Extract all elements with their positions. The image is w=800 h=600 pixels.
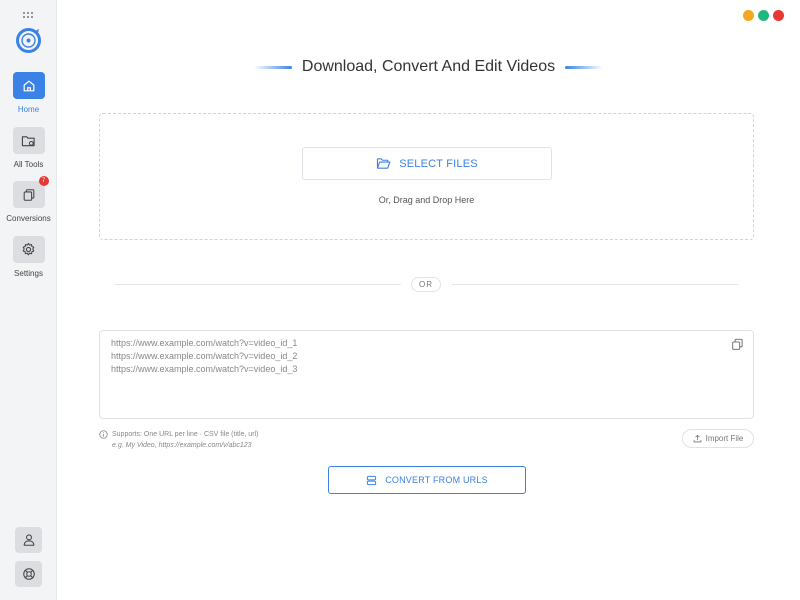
home-icon bbox=[23, 80, 34, 91]
copy-icon bbox=[23, 188, 34, 201]
account-button[interactable] bbox=[15, 527, 42, 553]
supports-text: Supports: One URL per line · CSV file (t… bbox=[112, 431, 259, 438]
sidebar-item-settings[interactable]: Settings bbox=[0, 236, 57, 278]
sidebar-item-label: Home bbox=[17, 105, 40, 114]
select-files-button[interactable]: SELECT FILES bbox=[302, 147, 552, 180]
all-tools-button[interactable] bbox=[12, 127, 45, 154]
sidebar-item-label: All Tools bbox=[13, 160, 44, 169]
help-button[interactable] bbox=[15, 561, 42, 587]
url-input-area[interactable]: https://www.example.com/watch?v=video_id… bbox=[99, 330, 754, 419]
info-icon bbox=[99, 430, 108, 439]
drag-grip-icon[interactable] bbox=[23, 12, 34, 18]
sidebar-item-home[interactable]: Home bbox=[0, 72, 57, 114]
import-file-button[interactable]: Import File bbox=[682, 429, 754, 448]
gear-icon bbox=[22, 242, 35, 256]
page-header: Download, Convert And Edit Videos bbox=[57, 56, 800, 78]
url-placeholder-line: https://www.example.com/watch?v=video_id… bbox=[111, 364, 298, 374]
minimize-button[interactable] bbox=[743, 10, 754, 21]
title-decoration-left bbox=[253, 65, 292, 69]
title-decoration-right bbox=[565, 65, 604, 69]
app-logo bbox=[15, 27, 42, 54]
user-icon bbox=[23, 534, 34, 546]
example-text: e.g. My Video, https://example.com/v/abc… bbox=[112, 442, 252, 449]
sidebar-item-all-tools[interactable]: All Tools bbox=[0, 127, 57, 169]
sidebar-item-conversions[interactable]: 7 Conversions bbox=[0, 176, 57, 223]
settings-button[interactable] bbox=[12, 236, 45, 263]
convert-from-urls-button[interactable]: CONVERT FROM URLS bbox=[328, 466, 526, 494]
conversions-button[interactable]: 7 bbox=[12, 176, 49, 208]
url-format-help: Supports: One URL per line · CSV file (t… bbox=[99, 429, 258, 451]
page-title: Download, Convert And Edit Videos bbox=[301, 58, 556, 75]
upload-icon bbox=[693, 434, 701, 443]
drag-drop-hint: Or, Drag and Drop Here bbox=[378, 195, 475, 205]
sidebar-item-label: Settings bbox=[14, 269, 43, 278]
file-drop-zone[interactable]: SELECT FILES Or, Drag and Drop Here bbox=[99, 113, 754, 240]
copy-icon bbox=[732, 338, 743, 350]
close-button[interactable] bbox=[773, 10, 784, 21]
sidebar-item-label: Conversions bbox=[6, 214, 51, 223]
support-icon bbox=[22, 568, 35, 580]
maximize-button[interactable] bbox=[758, 10, 769, 21]
sidebar: Home All Tools 7 Conversions Settings bbox=[0, 0, 57, 600]
database-icon bbox=[367, 475, 377, 485]
select-files-label: SELECT FILES bbox=[399, 157, 478, 170]
import-file-label: Import File bbox=[705, 434, 744, 443]
url-placeholder-line: https://www.example.com/watch?v=video_id… bbox=[111, 351, 298, 361]
paste-button[interactable] bbox=[731, 338, 744, 351]
folder-gear-icon bbox=[21, 135, 35, 146]
divider-line-left bbox=[115, 284, 401, 285]
folder-open-icon bbox=[377, 158, 391, 169]
or-divider-label: OR bbox=[411, 277, 441, 292]
home-button[interactable] bbox=[12, 72, 45, 99]
convert-from-urls-label: CONVERT FROM URLS bbox=[385, 475, 488, 485]
divider-line-right bbox=[452, 284, 738, 285]
url-placeholder-line: https://www.example.com/watch?v=video_id… bbox=[111, 338, 298, 348]
conversions-count-badge: 7 bbox=[38, 176, 49, 186]
url-placeholder[interactable]: https://www.example.com/watch?v=video_id… bbox=[111, 337, 297, 376]
